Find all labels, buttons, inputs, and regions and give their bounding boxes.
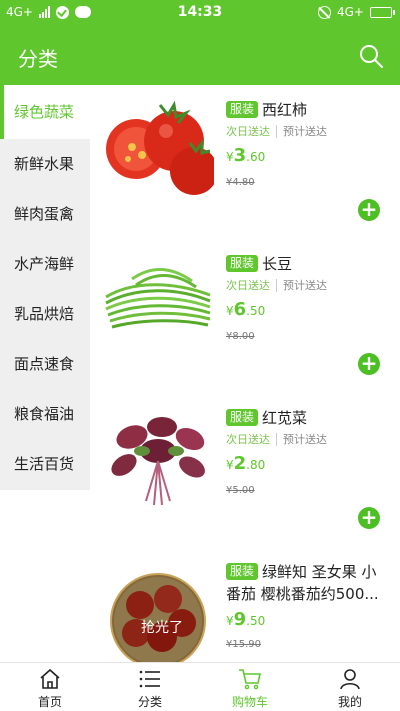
sidebar-item-green-vegetables[interactable]: 绿色蔬菜 xyxy=(0,85,90,139)
tab-label: 购物车 xyxy=(231,695,268,709)
tab-category[interactable]: 分类 xyxy=(100,663,200,711)
price: ¥3.60 xyxy=(226,145,266,166)
price-int: 6 xyxy=(233,299,247,320)
tab-label: 我的 xyxy=(337,695,362,709)
category-sidebar: 绿色蔬菜 新鲜水果 鲜肉蛋禽 水产海鲜 乳品烘焙 面点速食 粮食福油 生活百货 xyxy=(0,85,90,490)
product-image-red-amaranth[interactable] xyxy=(102,405,214,515)
list-icon xyxy=(139,670,160,688)
sidebar-item-label: 鲜肉蛋禽 xyxy=(14,205,75,223)
delivery-info: 次日送达 预计送达 xyxy=(226,431,327,447)
next-day-label: 次日送达 xyxy=(226,279,277,292)
tab-home[interactable]: 首页 xyxy=(0,663,100,711)
sidebar-item-label: 乳品烘焙 xyxy=(14,305,75,323)
product-title: 服装 绿鲜知 圣女果 小番茄 樱桃番茄约500... xyxy=(226,561,388,605)
sidebar-item-meat-eggs[interactable]: 鲜肉蛋禽 xyxy=(0,189,90,239)
price-decimal: .60 xyxy=(246,150,266,164)
product-list: 服装 西红柿 次日送达 预计送达 ¥3.60 ¥4.80 + 服装 长豆 次日送达 预计… xyxy=(90,85,400,662)
product-tag: 服装 xyxy=(226,563,259,580)
preorder-label: 预计送达 xyxy=(283,279,327,292)
search-icon[interactable] xyxy=(358,43,384,69)
cart-icon xyxy=(239,669,261,690)
product-name: 西红柿 xyxy=(262,101,308,119)
product-tag: 服装 xyxy=(226,255,259,272)
original-price: ¥5.00 xyxy=(226,485,255,496)
sold-out-label: 抢光了 xyxy=(141,620,183,636)
battery-icon xyxy=(370,6,395,18)
product-tag: 服装 xyxy=(226,101,259,118)
page-title: 分类 xyxy=(18,47,58,71)
sidebar-item-seafood[interactable]: 水产海鲜 xyxy=(0,239,90,289)
product-tag: 服装 xyxy=(226,409,259,426)
product-image-long-beans[interactable] xyxy=(102,251,214,361)
price: ¥9.50 xyxy=(226,609,266,630)
delivery-info: 次日送达 预计送达 xyxy=(226,123,327,139)
price-decimal: .50 xyxy=(246,304,266,318)
price: ¥2.80 xyxy=(226,453,266,474)
sidebar-item-fresh-fruit[interactable]: 新鲜水果 xyxy=(0,139,90,189)
status-bar: 4G+ 14:33 4G+ xyxy=(0,0,400,27)
product-item[interactable]: 抢光了 服装 绿鲜知 圣女果 小番茄 樱桃番茄约500... ¥9.50 ¥15.… xyxy=(90,547,400,662)
product-title: 服装 红苋菜 xyxy=(226,407,388,429)
sidebar-item-label: 面点速食 xyxy=(14,355,75,373)
sidebar-item-label: 生活百货 xyxy=(14,455,75,473)
sidebar-item-daily-goods[interactable]: 生活百货 xyxy=(0,439,90,489)
network-indicator-right: 4G+ xyxy=(337,5,364,19)
sidebar-item-label: 绿色蔬菜 xyxy=(14,103,75,121)
sidebar-item-label: 新鲜水果 xyxy=(14,155,75,173)
sidebar-item-grain-oil[interactable]: 粮食福油 xyxy=(0,389,90,439)
product-item[interactable]: 服装 长豆 次日送达 预计送达 ¥6.50 ¥8.00 + xyxy=(90,239,400,393)
price-decimal: .50 xyxy=(246,614,266,628)
product-image-cherry-tomato[interactable] xyxy=(102,563,214,662)
original-price: ¥8.00 xyxy=(226,331,255,342)
bottom-nav: 首页 分类 购物车 我的 xyxy=(0,662,400,711)
original-price: ¥15.90 xyxy=(226,639,261,650)
tab-mine[interactable]: 我的 xyxy=(300,663,400,711)
product-image-tomato[interactable] xyxy=(102,97,214,207)
alarm-off-icon xyxy=(318,5,331,19)
product-name: 长豆 xyxy=(262,255,293,273)
add-to-cart-button[interactable]: + xyxy=(358,507,380,529)
original-price: ¥4.80 xyxy=(226,177,255,188)
app-header: 分类 xyxy=(0,27,400,85)
delivery-info: 次日送达 预计送达 xyxy=(226,277,327,293)
price-int: 2 xyxy=(233,453,247,474)
tab-label: 分类 xyxy=(137,695,162,709)
tab-cart[interactable]: 购物车 xyxy=(200,663,300,711)
preorder-label: 预计送达 xyxy=(283,433,327,446)
add-to-cart-button[interactable]: + xyxy=(358,199,380,221)
next-day-label: 次日送达 xyxy=(226,125,277,138)
product-item[interactable]: 服装 西红柿 次日送达 预计送达 ¥3.60 ¥4.80 + xyxy=(90,85,400,239)
price: ¥6.50 xyxy=(226,299,266,320)
price-int: 3 xyxy=(233,145,247,166)
price-int: 9 xyxy=(233,609,247,630)
sidebar-item-noodles-instant[interactable]: 面点速食 xyxy=(0,339,90,389)
home-icon xyxy=(40,668,60,689)
product-title: 服装 长豆 xyxy=(226,253,388,275)
product-title: 服装 西红柿 xyxy=(226,99,388,121)
tab-label: 首页 xyxy=(37,695,62,709)
add-to-cart-button[interactable]: + xyxy=(358,353,380,375)
sidebar-item-dairy-bakery[interactable]: 乳品烘焙 xyxy=(0,289,90,339)
next-day-label: 次日送达 xyxy=(226,433,277,446)
product-item[interactable]: 服装 红苋菜 次日送达 预计送达 ¥2.80 ¥5.00 + xyxy=(90,393,400,547)
price-decimal: .80 xyxy=(246,458,266,472)
sidebar-item-label: 水产海鲜 xyxy=(14,255,75,273)
product-name: 红苋菜 xyxy=(262,409,308,427)
preorder-label: 预计送达 xyxy=(283,125,327,138)
sidebar-item-label: 粮食福油 xyxy=(14,405,75,423)
user-icon xyxy=(340,669,360,690)
